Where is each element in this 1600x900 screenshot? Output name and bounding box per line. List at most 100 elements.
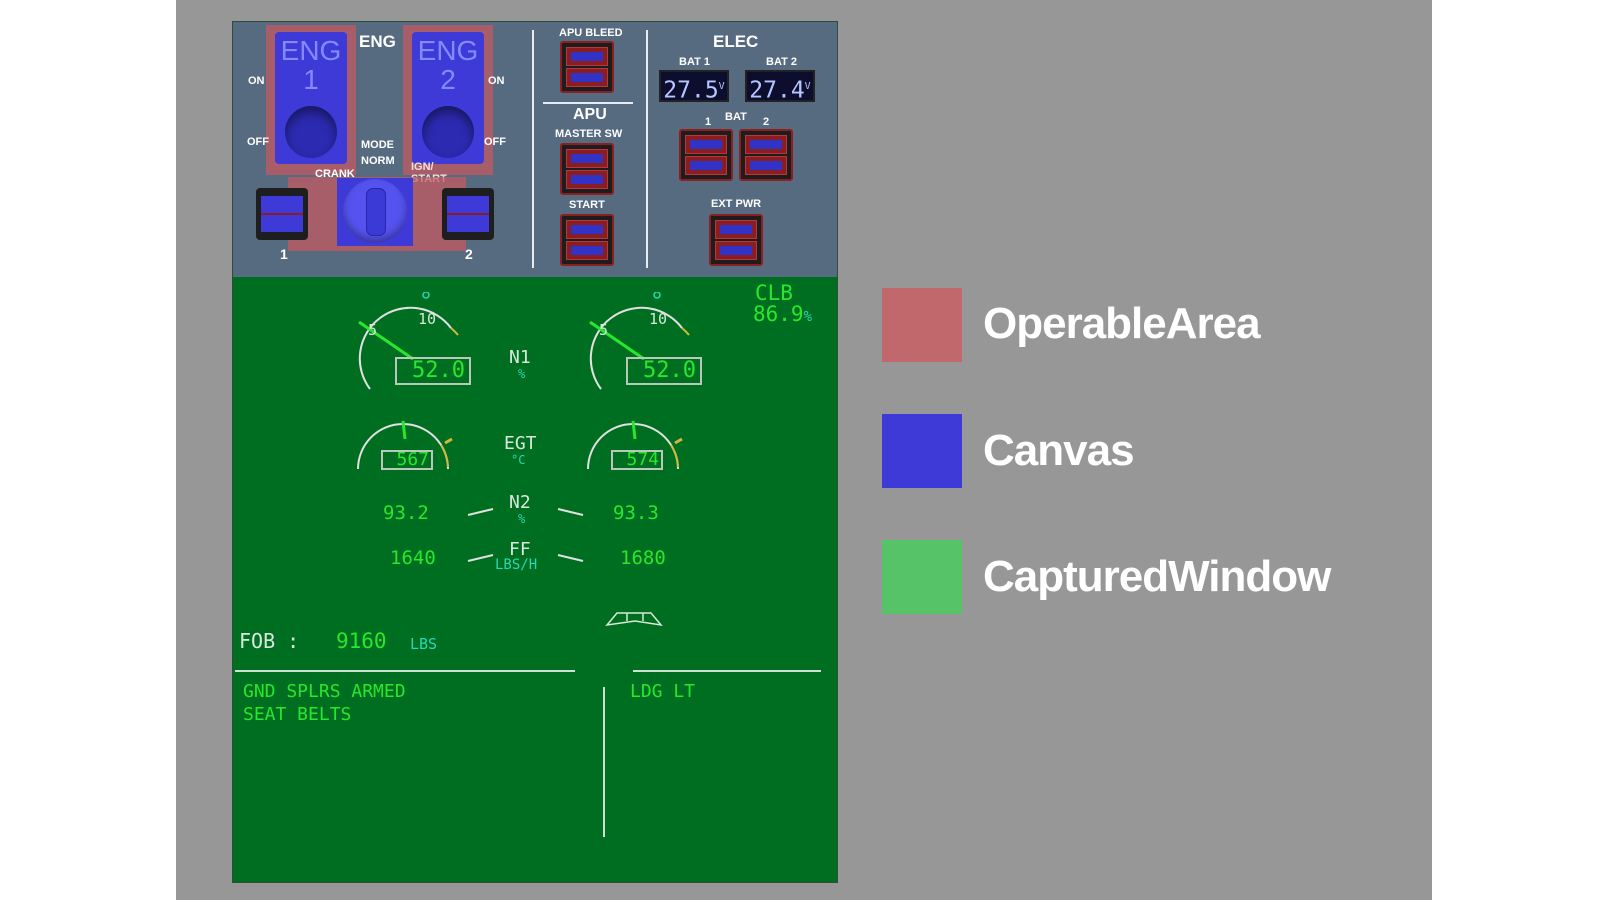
- bat2-button[interactable]: [739, 129, 793, 181]
- egt-left-value: 567: [381, 450, 433, 470]
- bat2-voltage-display: 27.4V: [745, 70, 815, 104]
- n1-right-mark5: 5: [599, 321, 609, 339]
- ext-pwr-on-light: [715, 241, 757, 260]
- n2-left-value: 93.2: [383, 502, 429, 524]
- n1-left-mark5: 5: [368, 321, 378, 339]
- flaps-indicator: [605, 612, 663, 627]
- eng1-master-switch[interactable]: ENG 1: [275, 32, 347, 164]
- eng1-off-label: OFF: [247, 136, 269, 148]
- legend-label-canvas: Canvas: [983, 426, 1135, 475]
- memo-divider-left: [235, 670, 575, 672]
- crank1-divider: [261, 213, 303, 215]
- mode-selector-knob[interactable]: [337, 178, 413, 246]
- mode-norm-label: NORM: [361, 155, 395, 167]
- eng2-off-label: OFF: [484, 136, 506, 148]
- eng1-switch-knob: [285, 106, 337, 158]
- legend-swatch-canvas: [882, 414, 962, 488]
- bat2-volt-unit: V: [804, 81, 811, 92]
- ext-pwr-avail-light: [715, 220, 757, 239]
- n1-label: N1: [509, 347, 531, 368]
- thrust-limit-value: 86.9: [753, 302, 804, 326]
- memo-right-line1: LDG LT: [630, 681, 696, 702]
- bat2-display-label: BAT 2: [766, 56, 797, 68]
- bat2-fault-light: [745, 135, 787, 154]
- eng2-master-switch[interactable]: ENG 2: [412, 32, 484, 164]
- mode-label: MODE: [361, 139, 394, 151]
- thrust-limit: 86.9%: [753, 302, 812, 326]
- apu-bleed-fault-light: [566, 47, 608, 66]
- legend-swatch-captured-window: [882, 540, 962, 614]
- apu-master-sw-button[interactable]: [560, 143, 614, 195]
- n1-left-value: 52.0: [395, 357, 471, 385]
- apu-master-sw-label: MASTER SW: [555, 128, 623, 140]
- overhead-panel: ENG ENG 1 ENG 2 ON OFF ON OFF MODE NORM …: [233, 22, 837, 277]
- apu-master-fault-light: [566, 149, 608, 168]
- egt-label: EGT: [504, 433, 537, 454]
- bat1-volt-unit: V: [718, 81, 725, 92]
- fob-unit: LBS: [410, 635, 438, 653]
- crank2-label: 2: [465, 246, 473, 262]
- eng-title: ENG: [359, 32, 396, 51]
- apu-title: APU: [573, 106, 607, 123]
- memo-left-line2: SEAT BELTS: [243, 704, 352, 725]
- eng2-on-label: ON: [488, 75, 505, 87]
- egt-right-value: 574: [611, 450, 663, 470]
- bat1-voltage-value: 27.5: [663, 77, 719, 104]
- ext-pwr-button[interactable]: [709, 214, 763, 266]
- fob-label: FOB :: [239, 629, 300, 653]
- eng2-label-line2: 2: [440, 64, 456, 95]
- crank1-button[interactable]: [261, 196, 303, 232]
- apu-bleed-on-light: [566, 68, 608, 87]
- ecam-display: CLB 86.9% 5 10 52.0 5 10 52.0 N1 % 567 5…: [233, 277, 837, 882]
- eng1-on-label: ON: [248, 75, 265, 87]
- legend-label-captured-window: CapturedWindow: [983, 552, 1331, 601]
- n2-right-value: 93.3: [613, 502, 659, 524]
- apu-bleed-label: APU BLEED: [559, 27, 623, 39]
- apu-start-on-light: [566, 220, 608, 239]
- legend-swatch-operable-area: [882, 288, 962, 362]
- bat1-button[interactable]: [679, 129, 733, 181]
- ff-right-value: 1680: [620, 547, 666, 569]
- bat1-display-label: BAT 1: [679, 56, 710, 68]
- apu-divider-left: [532, 30, 534, 268]
- ff-left-value: 1640: [390, 547, 436, 569]
- apu-master-on-light: [566, 170, 608, 189]
- bat1-fault-light: [685, 135, 727, 154]
- eng2-label-line1: ENG: [417, 35, 479, 66]
- apu-start-label: START: [569, 199, 605, 211]
- apu-start-button[interactable]: [560, 214, 614, 266]
- mode-knob-pointer: [366, 188, 386, 236]
- bat2-off-light: [745, 156, 787, 175]
- n1-left-mark10: 10: [418, 310, 437, 328]
- n1-unit: %: [518, 367, 526, 381]
- apu-divider-horizontal: [543, 102, 633, 104]
- memo-divider-vertical: [603, 687, 605, 837]
- mode-ign-label: IGN/: [411, 161, 434, 173]
- eng1-label-line2: 1: [303, 64, 319, 95]
- crank2-button[interactable]: [447, 196, 489, 232]
- apu-divider-right: [646, 30, 648, 268]
- eng1-label-line1: ENG: [280, 35, 342, 66]
- n1-right-dial: [589, 292, 690, 390]
- eng2-switch-knob: [422, 106, 474, 158]
- bat-switch-label: BAT: [725, 111, 747, 123]
- memo-left-line1: GND SPLRS ARMED: [243, 681, 406, 702]
- crank1-label: 1: [280, 246, 288, 262]
- crank2-divider: [447, 213, 489, 215]
- bat1-voltage-display: 27.5V: [659, 70, 729, 104]
- bat-switch-num1: 1: [705, 116, 712, 128]
- apu-start-avail-light: [566, 241, 608, 260]
- captured-window: ENG ENG 1 ENG 2 ON OFF ON OFF MODE NORM …: [232, 21, 838, 883]
- memo-divider-right: [633, 670, 821, 672]
- legend-label-operable-area: OperableArea: [983, 299, 1261, 348]
- thrust-limit-unit: %: [803, 309, 813, 325]
- bat1-off-light: [685, 156, 727, 175]
- egt-unit: °C: [511, 453, 526, 467]
- apu-bleed-button[interactable]: [560, 41, 614, 93]
- bat-switch-num2: 2: [763, 116, 770, 128]
- n1-right-value: 52.0: [626, 357, 702, 385]
- elec-title: ELEC: [713, 32, 759, 51]
- ext-pwr-label: EXT PWR: [711, 198, 762, 210]
- fob-value: 9160: [336, 629, 387, 653]
- ff-unit: LBS/H: [495, 557, 538, 573]
